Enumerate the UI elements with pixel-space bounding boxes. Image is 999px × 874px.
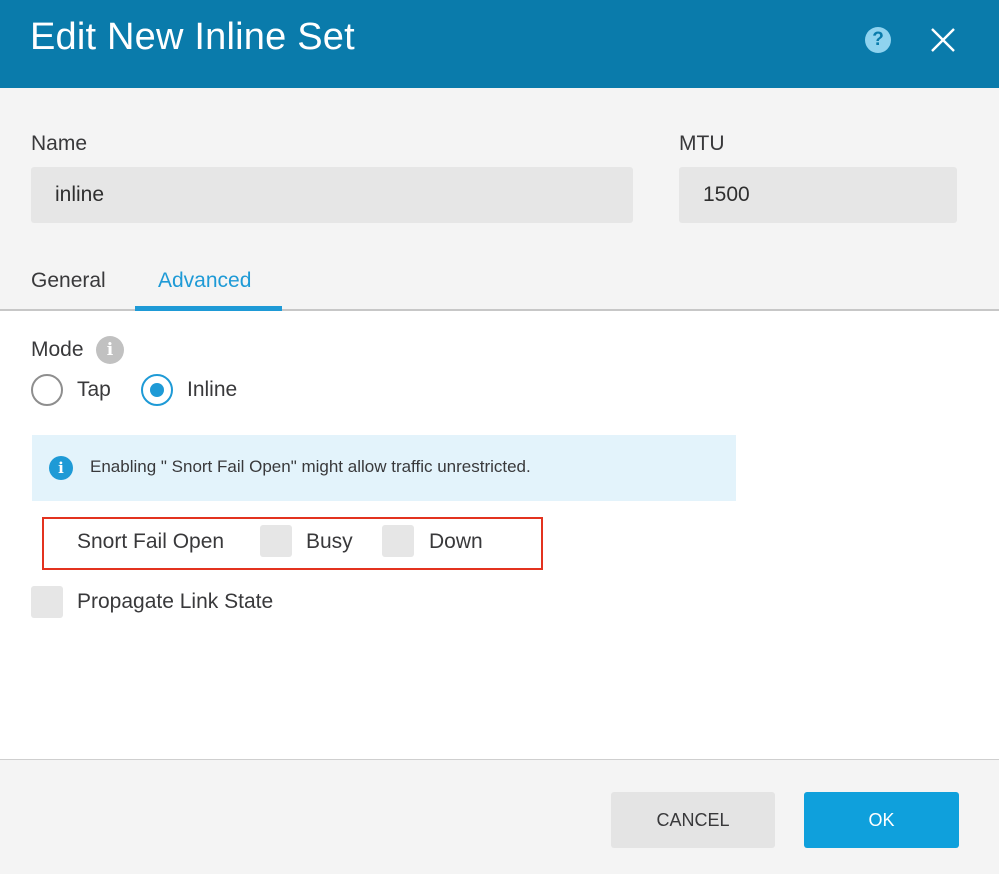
dialog-header: Edit New Inline Set ? [0,0,999,88]
tab-general[interactable]: General [31,269,106,293]
propagate-link-state-checkbox[interactable] [31,586,63,618]
info-banner-text: Enabling " Snort Fail Open" might allow … [90,457,531,476]
ok-button[interactable]: OK [804,792,959,848]
mtu-label: MTU [679,132,725,155]
mode-label: Mode [31,338,84,361]
propagate-link-state-label: Propagate Link State [77,590,274,613]
dialog-title: Edit New Inline Set [30,16,355,58]
info-icon: i [49,456,73,480]
question-circle-icon[interactable]: ? [865,27,891,53]
close-icon[interactable] [929,26,957,54]
cancel-button[interactable]: CANCEL [611,792,775,848]
down-checkbox[interactable] [382,525,414,557]
name-input[interactable]: inline [31,167,633,223]
snort-fail-open-label: Snort Fail Open [77,530,225,553]
busy-label: Busy [306,530,353,553]
mode-inline-radio[interactable] [141,374,173,406]
name-label: Name [31,132,88,155]
active-tab-indicator [135,306,282,311]
tab-advanced[interactable]: Advanced [158,269,251,293]
info-icon[interactable]: i [96,336,124,364]
busy-checkbox[interactable] [260,525,292,557]
mode-inline-label: Inline [187,378,238,401]
mode-tap-radio[interactable] [31,374,63,406]
mtu-input[interactable]: 1500 [679,167,957,223]
mode-tap-label: Tap [77,378,111,401]
info-banner: i Enabling " Snort Fail Open" might allo… [32,435,736,501]
down-label: Down [429,530,483,553]
radio-selected-dot [150,383,164,397]
